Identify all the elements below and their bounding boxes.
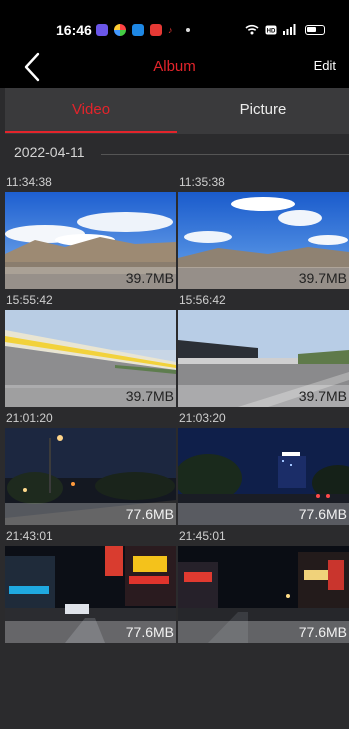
video-app-icon [150,24,162,36]
video-thumbnail[interactable]: 77.6MB [178,428,349,525]
video-timestamp: 21:43:01 [6,529,53,543]
video-item[interactable]: 21:01:20 77.6MB [5,410,176,525]
video-size: 39.7MB [298,270,347,286]
status-bar: 16:46 ♪ HD [0,0,349,48]
tab-video-label: Video [71,101,111,118]
app-notification-icon [132,24,144,36]
more-notifications-icon [186,28,190,32]
album-screen: 16:46 ♪ HD Album Edit Video Picture 2022… [0,0,349,729]
photos-app-icon [114,24,126,36]
video-thumbnail[interactable]: 39.7MB [5,310,176,407]
video-item[interactable]: 11:35:38 39.7MB [178,174,349,289]
video-timestamp: 21:03:20 [179,411,226,425]
tab-picture-label: Picture [239,101,287,118]
video-thumbnail[interactable]: 39.7MB [5,192,176,289]
video-item[interactable]: 11:34:38 39.7MB [5,174,176,289]
edit-button[interactable]: Edit [314,58,336,73]
video-thumbnail[interactable]: 77.6MB [5,428,176,525]
video-item[interactable]: 21:43:01 77.6MB [5,528,176,643]
date-group-label: 2022-04-11 [14,144,85,160]
video-timestamp: 11:35:38 [179,175,225,189]
video-thumbnail[interactable]: 39.7MB [178,192,349,289]
video-size: 77.6MB [298,506,347,522]
video-thumbnail[interactable]: 77.6MB [178,546,349,643]
status-time: 16:46 [56,22,92,38]
video-timestamp: 15:55:42 [6,293,53,307]
media-tabs: Video Picture [5,88,349,134]
svg-text:HD: HD [267,28,276,34]
tab-picture[interactable]: Picture [177,88,349,134]
date-group-header: 2022-04-11 [5,144,349,164]
system-icons: HD [245,24,325,35]
video-timestamp: 21:45:01 [179,529,226,543]
active-tab-indicator [5,131,177,133]
notification-icons: ♪ [96,24,190,36]
video-timestamp: 21:01:20 [6,411,53,425]
video-item[interactable]: 15:55:42 39.7MB [5,292,176,407]
header-bar: Album Edit [0,48,349,88]
message-app-icon [96,24,108,36]
hd-icon: HD [265,25,277,34]
video-item[interactable]: 15:56:42 39.7MB [178,292,349,407]
signal-icon [283,24,296,35]
music-app-icon: ♪ [168,25,173,35]
video-size: 39.7MB [125,388,174,404]
video-timestamp: 11:34:38 [6,175,52,189]
video-size: 39.7MB [298,388,347,404]
wifi-icon [245,24,259,35]
page-title: Album [153,58,196,75]
video-size: 39.7MB [125,270,174,286]
video-item[interactable]: 21:45:01 77.6MB [178,528,349,643]
date-divider [101,154,349,155]
video-size: 77.6MB [298,624,347,640]
tab-video[interactable]: Video [5,88,177,134]
video-size: 77.6MB [125,624,174,640]
video-thumbnail[interactable]: 39.7MB [178,310,349,407]
video-item[interactable]: 21:03:20 77.6MB [178,410,349,525]
video-timestamp: 15:56:42 [179,293,226,307]
video-size: 77.6MB [125,506,174,522]
video-thumbnail[interactable]: 77.6MB [5,546,176,643]
battery-icon [305,24,325,35]
